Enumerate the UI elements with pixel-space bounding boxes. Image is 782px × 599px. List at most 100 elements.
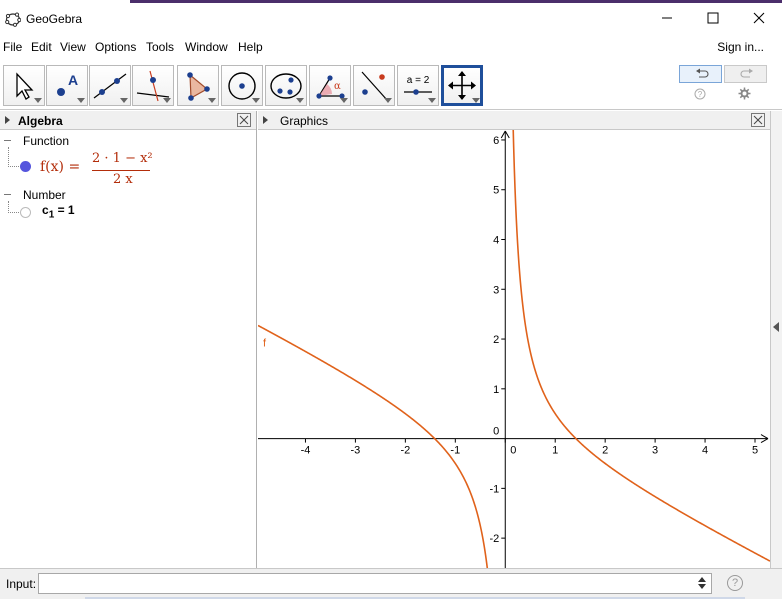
y-tick-label: 3 <box>493 284 499 296</box>
menu-view[interactable]: View <box>60 40 86 54</box>
close-icon <box>753 12 765 24</box>
move-tool-button[interactable] <box>3 65 45 106</box>
tree-connector <box>8 147 19 167</box>
function-lhs: f(x) = <box>40 159 81 175</box>
graphics-view[interactable]: Graphics -4 -3 -2 -1 0 1 2 3 4 5 -2 -1 0 1 2 3 4 5 6 f <box>258 111 770 568</box>
y-tick-label: 6 <box>493 135 499 147</box>
x-tick-label: 5 <box>752 445 758 457</box>
menu-edit[interactable]: Edit <box>31 40 52 54</box>
close-icon <box>753 115 763 125</box>
number-c1[interactable]: c1 = 1 <box>42 203 75 220</box>
graphics-close-button[interactable] <box>751 113 765 127</box>
polygon-tool-button[interactable] <box>177 65 219 106</box>
x-tick-label: -4 <box>301 445 311 457</box>
menu-options[interactable]: Options <box>95 40 136 54</box>
menu-file[interactable]: File <box>3 40 22 54</box>
input-bar: Input: ? <box>0 568 782 599</box>
geogebra-ellipse-icon <box>5 12 21 27</box>
graphics-collapse-icon[interactable] <box>263 116 268 124</box>
angle-tool-glyph: α <box>334 81 341 92</box>
slider-tool-button[interactable]: a = 2 <box>397 65 439 106</box>
tree-connector <box>8 201 19 213</box>
point-tool-button[interactable]: A <box>46 65 88 106</box>
gear-icon[interactable] <box>738 87 751 100</box>
input-field[interactable] <box>38 573 712 594</box>
menu-help[interactable]: Help <box>238 40 263 54</box>
conic-tool-button[interactable] <box>265 65 307 106</box>
close-icon <box>239 115 249 125</box>
y-tick-label: 2 <box>493 334 499 346</box>
redo-icon <box>740 68 753 78</box>
line-tool-button[interactable] <box>89 65 131 106</box>
group-label-number: Number <box>23 188 66 202</box>
redo-button[interactable] <box>724 65 767 83</box>
reflect-tool-button[interactable] <box>353 65 395 106</box>
help-icon[interactable]: ? <box>694 88 706 100</box>
tool-menu-triangle <box>163 98 171 103</box>
tool-menu-triangle <box>208 98 216 103</box>
tool-menu-triangle <box>384 98 392 103</box>
toolbar-help-glyph: ? <box>698 90 703 99</box>
algebra-close-button[interactable] <box>237 113 251 127</box>
y-tick-label: 4 <box>493 235 499 247</box>
expand-panel-icon[interactable] <box>773 322 779 332</box>
circle-tool-button[interactable] <box>221 65 263 106</box>
x-tick-label: -1 <box>450 445 460 457</box>
up-down-arrows-icon[interactable] <box>697 576 707 590</box>
number-subscript: 1 <box>48 209 55 221</box>
x-tick-label: -3 <box>351 445 361 457</box>
number-value: = 1 <box>57 203 75 217</box>
help-icon[interactable]: ? <box>727 575 743 591</box>
algebra-title: Algebra <box>18 114 63 128</box>
undo-button[interactable] <box>679 65 722 83</box>
move-graphics-tool-button[interactable] <box>441 65 483 106</box>
number-visibility-toggle[interactable] <box>20 207 31 218</box>
curve-label-f: f <box>263 338 267 350</box>
maximize-icon <box>707 12 719 24</box>
function-group-collapse-icon[interactable] <box>4 140 11 141</box>
graphics-canvas[interactable]: -4 -3 -2 -1 0 1 2 3 4 5 -2 -1 0 1 2 3 4 5 6 f <box>258 130 770 568</box>
algebra-header: Algebra <box>0 111 256 130</box>
algebra-collapse-icon[interactable] <box>5 116 10 124</box>
minimize-icon <box>662 17 672 19</box>
right-panel-handle[interactable] <box>770 111 782 568</box>
title-bar: GeoGebra <box>0 3 782 35</box>
y-tick-label: 1 <box>493 384 499 396</box>
x-tick-label: -2 <box>400 445 410 457</box>
menu-bar: File Edit View Options Tools Window Help… <box>0 36 782 58</box>
menu-tools[interactable]: Tools <box>146 40 174 54</box>
close-button[interactable] <box>736 3 782 33</box>
function-denominator: 2 x <box>113 172 133 187</box>
window-title: GeoGebra <box>26 12 83 26</box>
tool-menu-triangle <box>472 98 480 103</box>
function-visibility-toggle[interactable] <box>20 161 31 172</box>
tool-menu-triangle <box>428 98 436 103</box>
number-group-collapse-icon[interactable] <box>4 194 11 195</box>
tool-menu-triangle <box>340 98 348 103</box>
undo-icon <box>696 68 709 78</box>
tool-menu-triangle <box>120 98 128 103</box>
y-tick-label: -2 <box>489 533 499 545</box>
maximize-button[interactable] <box>690 3 736 33</box>
y-tick-label: -1 <box>489 483 499 495</box>
angle-tool-button[interactable]: α <box>309 65 351 106</box>
graphics-header: Graphics <box>258 111 770 130</box>
x-tick-label: 2 <box>602 445 608 457</box>
point-tool-glyph: A <box>68 72 78 88</box>
function-numerator: 2 · 1 − x² <box>92 151 153 166</box>
tool-menu-triangle <box>252 98 260 103</box>
minimize-button[interactable] <box>644 3 690 33</box>
menu-window[interactable]: Window <box>185 40 228 54</box>
tool-menu-triangle <box>77 98 85 103</box>
slider-tool-glyph: a = 2 <box>407 75 430 86</box>
x-tick-label: 1 <box>552 445 558 457</box>
fraction-bar <box>92 170 150 171</box>
input-label: Input: <box>6 577 37 591</box>
algebra-view: Algebra Function f(x) = 2 · 1 − x² 2 x N… <box>0 111 257 568</box>
sign-in-link[interactable]: Sign in... <box>717 40 764 54</box>
graphics-title: Graphics <box>280 114 329 128</box>
y-tick-label: 5 <box>493 185 499 197</box>
perpendicular-tool-button[interactable] <box>132 65 174 106</box>
toolbar: A α a = 2 <box>0 60 782 110</box>
x-tick-label: 3 <box>652 445 658 457</box>
